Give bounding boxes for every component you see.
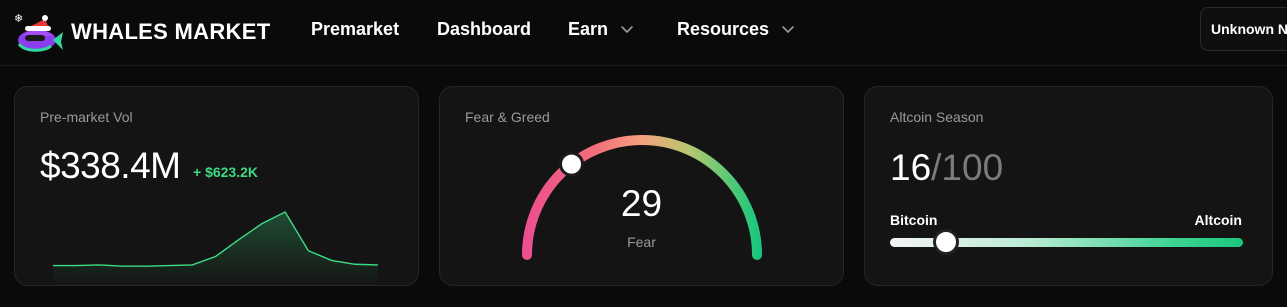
nav-dashboard[interactable]: Dashboard	[437, 0, 531, 58]
whale-santa-logo-icon: ❄	[13, 10, 65, 54]
fear-greed-card: Fear & Greed 29 Fear	[439, 86, 844, 286]
fear-greed-value: 29	[620, 183, 663, 224]
altcoin-season-total: /100	[931, 147, 1004, 188]
brand-name: WHALES MARKET	[71, 19, 271, 44]
nav-dashboard-label: Dashboard	[437, 18, 532, 39]
fear-greed-label: Fear	[627, 234, 656, 250]
brand-logo[interactable]: ❄ WHALES MARKET	[13, 8, 283, 56]
card-title: Altcoin Season	[890, 109, 984, 125]
nav-premarket[interactable]: Premarket	[311, 0, 399, 58]
account-button[interactable]: Unknown N	[1200, 7, 1287, 51]
nav-premarket-label: Premarket	[311, 18, 400, 39]
nav-resources[interactable]: Resources	[677, 0, 795, 58]
premarket-vol-card: Pre-market Vol $338.4M + $623.2K	[14, 86, 419, 287]
altcoin-season-index: 16	[890, 147, 932, 188]
nav-earn-label: Earn	[568, 18, 609, 39]
altcoin-season-value: 16/100	[890, 147, 1003, 189]
gauge-needle-knob	[559, 151, 585, 177]
sparkline-area	[53, 212, 378, 287]
account-button-label: Unknown N	[1211, 21, 1287, 37]
bitcoin-label: Bitcoin	[890, 212, 938, 228]
premarket-sparkline	[53, 211, 379, 287]
nav-resources-label: Resources	[677, 18, 770, 39]
chevron-down-icon	[620, 19, 634, 40]
chevron-down-icon	[781, 19, 795, 40]
top-navbar: ❄ WHALES MARKET Premarket Dashboard Earn	[0, 0, 1287, 66]
svg-text:❄: ❄	[14, 12, 23, 25]
altcoin-season-knob	[933, 229, 960, 255]
nav-earn[interactable]: Earn	[568, 0, 634, 58]
altcoin-label: Altcoin	[1194, 212, 1242, 228]
altcoin-season-card: Altcoin Season 16/100 Bitcoin Altcoin	[864, 86, 1273, 286]
